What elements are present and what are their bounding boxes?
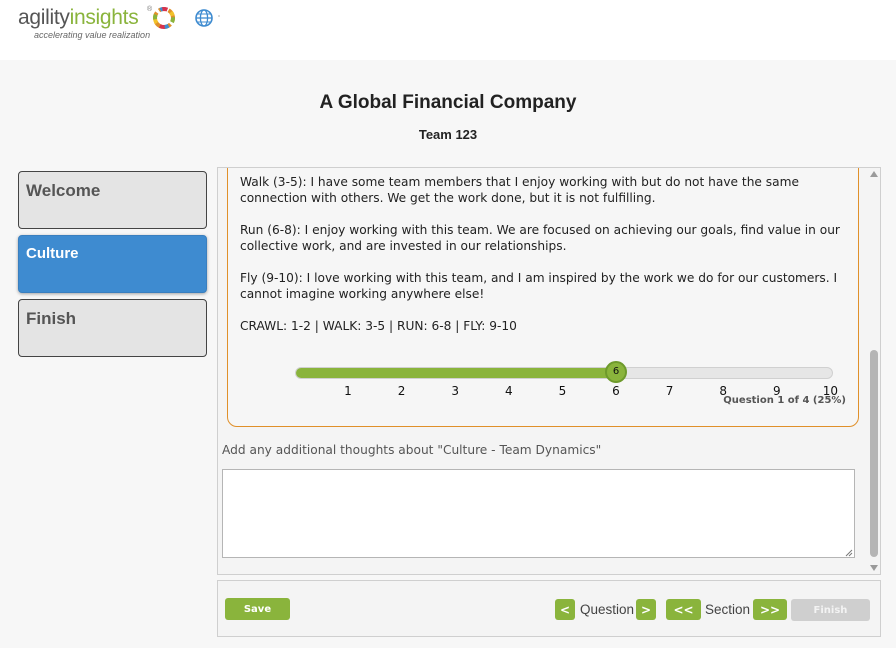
- previous-question-button[interactable]: <: [555, 599, 575, 620]
- section-nav-label: Section: [705, 602, 751, 617]
- color-ring-icon: [153, 6, 175, 29]
- slider-tick-label: 4: [504, 384, 513, 398]
- sidebar-item-welcome[interactable]: Welcome: [18, 171, 207, 229]
- resize-grip-icon[interactable]: [845, 549, 853, 557]
- survey-panel: Walk (3-5): I have some team members tha…: [217, 167, 881, 575]
- previous-section-button[interactable]: <<: [666, 599, 701, 620]
- company-title: A Global Financial Company: [319, 92, 577, 113]
- slider-tick-label: 6: [612, 384, 620, 398]
- next-section-button[interactable]: >>: [753, 599, 787, 620]
- rating-slider-thumb[interactable]: 6: [605, 361, 627, 383]
- question-nav-label: Question: [580, 602, 635, 617]
- question-scale-summary: CRAWL: 1-2 | WALK: 3-5 | RUN: 6-8 | FLY:…: [240, 319, 517, 333]
- rating-slider-fill: [296, 368, 617, 378]
- question-card: Walk (3-5): I have some team members tha…: [227, 168, 859, 427]
- scrollbar-thumb[interactable]: [870, 350, 878, 557]
- question-paragraph-walk: Walk (3-5): I have some team members tha…: [240, 175, 799, 205]
- scroll-down-arrow-icon[interactable]: [870, 565, 878, 571]
- question-progress: Question 1 of 4 (25%): [723, 395, 846, 406]
- thoughts-textarea[interactable]: [222, 469, 855, 558]
- logo-wordmark: agilityinsights: [18, 6, 139, 30]
- navigation-footer: Save < Question > << Section >> Finish: [217, 580, 881, 637]
- slider-tick-label: 5: [558, 384, 567, 398]
- language-dropdown-indicator: [218, 15, 220, 17]
- save-button[interactable]: Save: [225, 598, 290, 620]
- slider-tick-label: 7: [665, 384, 674, 398]
- rating-slider-track[interactable]: [295, 367, 833, 379]
- thoughts-label: Add any additional thoughts about "Cultu…: [222, 443, 602, 457]
- slider-tick-label: 3: [451, 384, 459, 398]
- slider-tick-label: 2: [397, 384, 406, 398]
- next-question-button[interactable]: >: [636, 599, 656, 620]
- slider-tick-label: 1: [344, 384, 352, 398]
- question-paragraph-fly: Fly (9-10): I love working with this tea…: [240, 271, 838, 301]
- question-paragraph-run: Run (6-8): I enjoy working with this tea…: [240, 223, 840, 253]
- finish-button[interactable]: Finish: [791, 599, 870, 621]
- sidebar-item-culture[interactable]: Culture: [18, 235, 207, 293]
- logo-tagline: accelerating value realization: [34, 30, 151, 40]
- question-text: Walk (3-5): I have some team members tha…: [240, 174, 850, 350]
- sidebar-item-finish[interactable]: Finish: [18, 299, 207, 357]
- panel-scrollbar[interactable]: [868, 168, 880, 574]
- scroll-up-arrow-icon[interactable]: [870, 171, 878, 177]
- top-bar: agilityinsights ® accelerating value rea…: [0, 0, 896, 60]
- logo-word-insights: insights: [69, 6, 139, 29]
- team-name: Team 123: [418, 127, 478, 142]
- globe-icon[interactable]: [194, 8, 214, 28]
- logo-word-agility: agility: [18, 6, 70, 29]
